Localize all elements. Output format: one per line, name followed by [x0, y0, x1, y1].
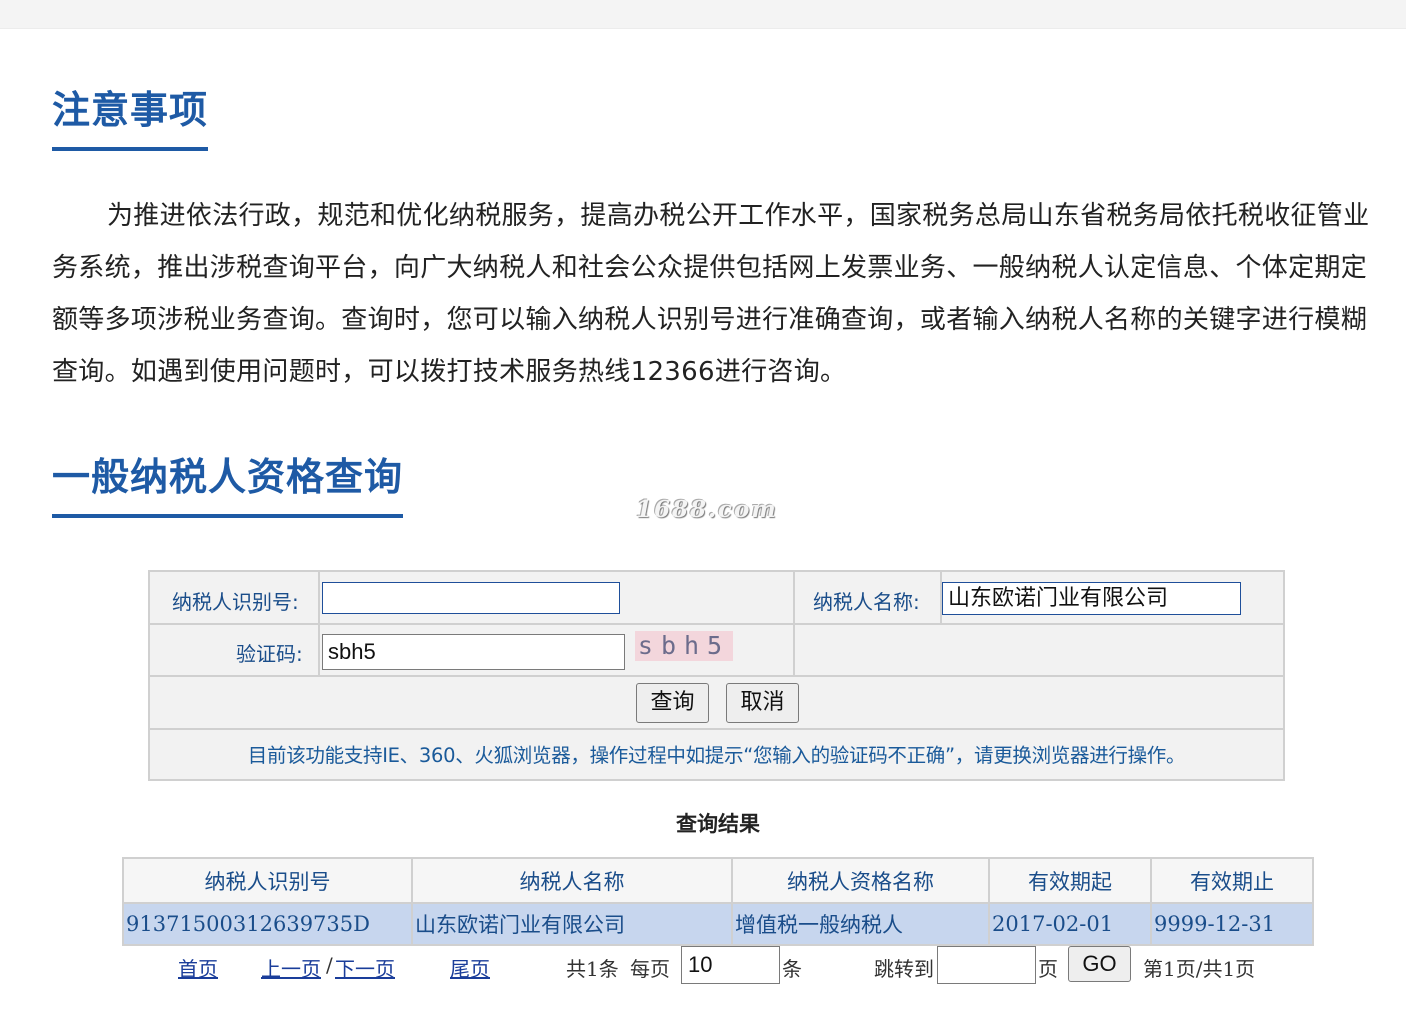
- per-page-unit: 条: [782, 957, 802, 981]
- last-page-link[interactable]: 尾页: [450, 953, 490, 982]
- table-header-row: 纳税人识别号 纳税人名称 纳税人资格名称 有效期起 有效期止: [122, 857, 1314, 904]
- go-button[interactable]: GO: [1068, 946, 1131, 982]
- query-section-title: 一般纳税人资格查询: [52, 458, 404, 518]
- next-page-link[interactable]: 下一页: [335, 953, 395, 982]
- results-title: 查询结果: [676, 811, 760, 836]
- divider: [793, 625, 795, 675]
- form-row-ids: 纳税人识别号: 纳税人名称: 山东欧诺门业有限公司: [150, 572, 1283, 625]
- per-page-label: 每页: [630, 957, 670, 981]
- submit-button[interactable]: 查询: [636, 683, 709, 723]
- taxpayer-id-input[interactable]: [322, 582, 620, 614]
- per-page-input[interactable]: 10: [681, 946, 780, 984]
- results-table: 纳税人识别号 纳税人名称 纳税人资格名称 有效期起 有效期止 913715003…: [122, 857, 1314, 946]
- captcha-input[interactable]: sbh5: [322, 634, 625, 670]
- form-row-buttons: 查询 取消: [150, 677, 1283, 730]
- column-header: 纳税人识别号: [122, 857, 413, 904]
- divider: [318, 572, 320, 623]
- page-info: 第1页/共1页: [1143, 957, 1256, 981]
- taxpayer-name-input[interactable]: 山东欧诺门业有限公司: [942, 582, 1241, 615]
- taxpayer-id-label: 纳税人识别号:: [172, 590, 299, 614]
- captcha-label: 验证码:: [236, 642, 303, 666]
- table-cell: 91371500312639735D: [122, 902, 413, 946]
- column-header: 纳税人名称: [411, 857, 733, 904]
- first-page-link[interactable]: 首页: [178, 953, 218, 982]
- pager-separator: /: [326, 953, 333, 977]
- table-cell: 增值税一般纳税人: [731, 902, 990, 946]
- column-header: 有效期止: [1150, 857, 1314, 904]
- table-cell: 2017-02-01: [988, 902, 1152, 946]
- column-header: 纳税人资格名称: [731, 857, 990, 904]
- jump-label: 跳转到: [874, 957, 934, 981]
- jump-page-input[interactable]: [937, 946, 1036, 984]
- table-cell: 山东欧诺门业有限公司: [411, 902, 733, 946]
- cancel-button[interactable]: 取消: [726, 683, 799, 723]
- table-row[interactable]: 91371500312639735D 山东欧诺门业有限公司 增值税一般纳税人 2…: [122, 902, 1314, 946]
- column-header: 有效期起: [988, 857, 1152, 904]
- prev-page-link[interactable]: 上一页: [261, 953, 321, 982]
- top-bar: [0, 0, 1406, 29]
- form-row-captcha: 验证码: sbh5 sbh5: [150, 625, 1283, 677]
- divider: [793, 572, 795, 623]
- browser-tip: 目前该功能支持IE、360、火狐浏览器，操作过程中如提示“您输入的验证码不正确”…: [247, 744, 1186, 767]
- jump-unit: 页: [1038, 957, 1058, 981]
- divider: [318, 625, 320, 675]
- table-cell: 9999-12-31: [1150, 902, 1314, 946]
- form-row-tip: 目前该功能支持IE、360、火狐浏览器，操作过程中如提示“您输入的验证码不正确”…: [150, 730, 1283, 781]
- query-form: 纳税人识别号: 纳税人名称: 山东欧诺门业有限公司 验证码: sbh5 sbh5…: [148, 570, 1285, 781]
- notice-title: 注意事项: [52, 91, 209, 151]
- captcha-image[interactable]: sbh5: [635, 631, 733, 661]
- taxpayer-name-label: 纳税人名称:: [813, 590, 920, 614]
- pagination: 首页 上一页 / 下一页 尾页 共1条 每页 10 条 跳转到 页 GO 第1页…: [0, 945, 1406, 985]
- watermark: 1688.com: [636, 496, 778, 523]
- total-count: 共1条: [566, 957, 619, 981]
- notice-text: 为推进依法行政，规范和优化纳税服务，提高办税公开工作水平，国家税务总局山东省税务…: [52, 201, 1370, 387]
